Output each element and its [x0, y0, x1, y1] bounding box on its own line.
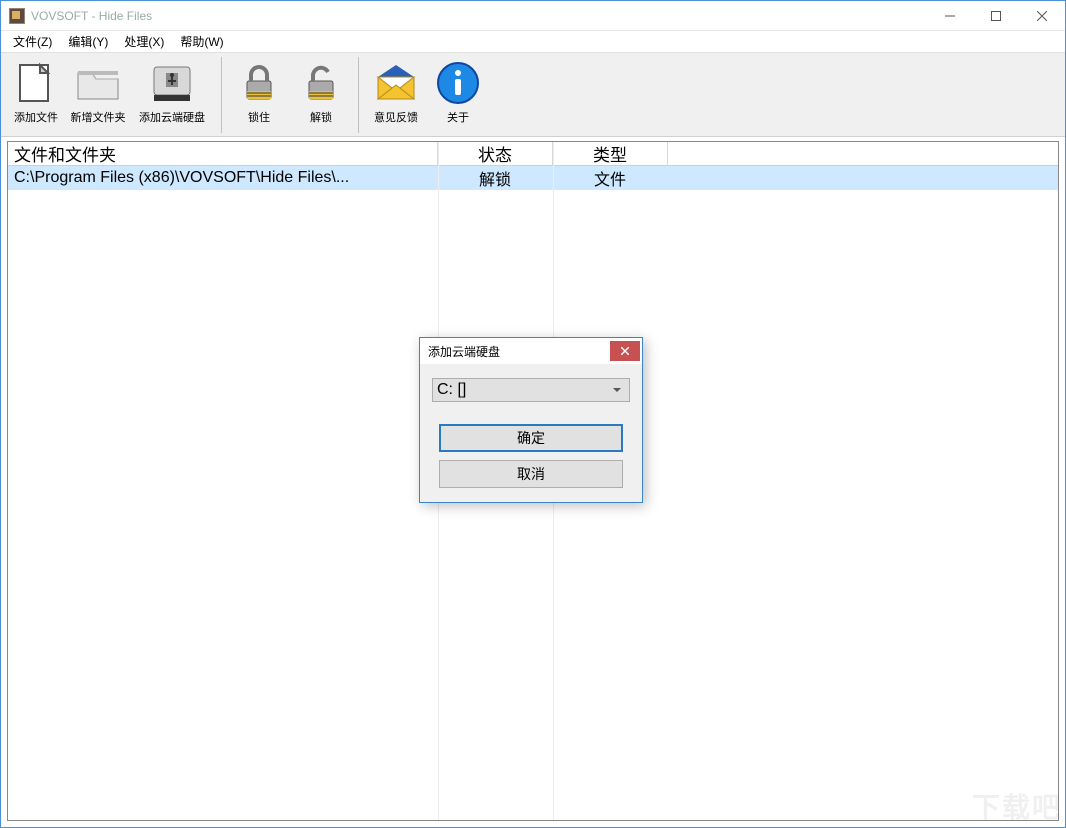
- feedback-label: 意见反馈: [374, 109, 418, 125]
- drive-select-value: C: []: [437, 381, 466, 399]
- folder-icon: [74, 59, 122, 107]
- toolbar: 添加文件 新增文件夹 添加云端硬盘 锁住: [1, 53, 1065, 137]
- drive-select[interactable]: C: []: [432, 378, 630, 402]
- col-type[interactable]: 类型: [553, 142, 668, 165]
- add-cloud-disk-dialog: 添加云端硬盘 C: [] 确定 取消: [419, 337, 643, 503]
- cell-status: 解锁: [438, 166, 553, 190]
- lock-label: 锁住: [248, 109, 270, 125]
- mail-icon: [372, 59, 420, 107]
- lock-button[interactable]: 锁住: [228, 57, 290, 127]
- minimize-button[interactable]: [927, 1, 973, 30]
- dialog-body: C: [] 确定 取消: [420, 364, 642, 502]
- maximize-button[interactable]: [973, 1, 1019, 30]
- info-icon: [434, 59, 482, 107]
- close-icon: [621, 347, 629, 355]
- new-folder-button[interactable]: 新增文件夹: [67, 57, 129, 127]
- cell-path: C:\Program Files (x86)\VOVSOFT\Hide File…: [8, 166, 438, 190]
- add-cloud-disk-label: 添加云端硬盘: [139, 109, 205, 125]
- toolbar-separator: [358, 57, 359, 133]
- ok-button[interactable]: 确定: [439, 424, 623, 452]
- cancel-button[interactable]: 取消: [439, 460, 623, 488]
- window-controls: [927, 1, 1065, 30]
- titlebar: VOVSOFT - Hide Files: [1, 1, 1065, 31]
- menu-file[interactable]: 文件(Z): [5, 31, 60, 52]
- table-header: 文件和文件夹 状态 类型: [8, 142, 1058, 166]
- menu-help[interactable]: 帮助(W): [172, 31, 231, 52]
- feedback-button[interactable]: 意见反馈: [365, 57, 427, 127]
- close-icon: [1037, 11, 1047, 21]
- unlock-label: 解锁: [310, 109, 332, 125]
- add-cloud-disk-button[interactable]: 添加云端硬盘: [129, 57, 215, 127]
- cell-type: 文件: [553, 166, 668, 190]
- menu-edit[interactable]: 编辑(Y): [60, 31, 116, 52]
- dialog-close-button[interactable]: [610, 341, 640, 361]
- lock-closed-icon: [235, 59, 283, 107]
- col-path[interactable]: 文件和文件夹: [8, 142, 438, 165]
- add-file-button[interactable]: 添加文件: [5, 57, 67, 127]
- maximize-icon: [991, 11, 1001, 21]
- about-label: 关于: [447, 109, 469, 125]
- dialog-title: 添加云端硬盘: [428, 343, 610, 360]
- window-title: VOVSOFT - Hide Files: [31, 9, 927, 23]
- minimize-icon: [945, 11, 955, 21]
- usb-drive-icon: [148, 59, 196, 107]
- close-button[interactable]: [1019, 1, 1065, 30]
- add-file-label: 添加文件: [14, 109, 58, 125]
- table-body: C:\Program Files (x86)\VOVSOFT\Hide File…: [8, 166, 1058, 190]
- table-row[interactable]: C:\Program Files (x86)\VOVSOFT\Hide File…: [8, 166, 1058, 190]
- lock-open-icon: [297, 59, 345, 107]
- new-folder-label: 新增文件夹: [71, 109, 126, 125]
- unlock-button[interactable]: 解锁: [290, 57, 352, 127]
- menu-process[interactable]: 处理(X): [116, 31, 172, 52]
- about-button[interactable]: 关于: [427, 57, 489, 127]
- file-icon: [12, 59, 60, 107]
- app-icon: [9, 8, 25, 24]
- dialog-titlebar: 添加云端硬盘: [420, 338, 642, 364]
- col-status[interactable]: 状态: [438, 142, 553, 165]
- menubar: 文件(Z) 编辑(Y) 处理(X) 帮助(W): [1, 31, 1065, 53]
- toolbar-separator: [221, 57, 222, 133]
